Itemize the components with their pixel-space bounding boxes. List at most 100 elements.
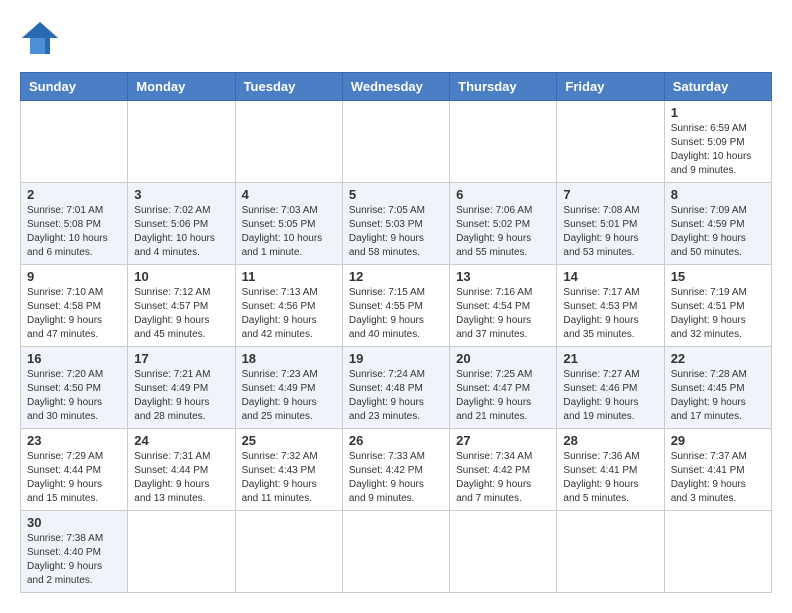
- day-number: 11: [242, 269, 336, 284]
- calendar-cell: [21, 101, 128, 183]
- header-day-wednesday: Wednesday: [342, 73, 449, 101]
- day-number: 5: [349, 187, 443, 202]
- day-number: 18: [242, 351, 336, 366]
- day-number: 22: [671, 351, 765, 366]
- day-info: Sunrise: 7:06 AMSunset: 5:02 PMDaylight:…: [456, 204, 550, 260]
- day-number: 10: [134, 269, 228, 284]
- calendar-header: SundayMondayTuesdayWednesdayThursdayFrid…: [21, 73, 772, 101]
- calendar-cell: 14Sunrise: 7:17 AMSunset: 4:53 PMDayligh…: [557, 265, 664, 347]
- day-info: Sunrise: 7:08 AMSunset: 5:01 PMDaylight:…: [563, 204, 657, 260]
- calendar-cell: 22 Sunrise: 7:28 AMSunset: 4:45 PMDayligh…: [664, 347, 771, 429]
- day-number: 15: [671, 269, 765, 284]
- calendar-cell: 1 Sunrise: 6:59 AMSunset: 5:09 PMDaylight…: [664, 101, 771, 183]
- calendar-cell: 13Sunrise: 7:16 AMSunset: 4:54 PMDayligh…: [450, 265, 557, 347]
- day-number: 16: [27, 351, 121, 366]
- week-row-2: 9Sunrise: 7:10 AMSunset: 4:58 PMDaylight…: [21, 265, 772, 347]
- day-info: Sunrise: 7:32 AMSunset: 4:43 PMDaylight:…: [242, 450, 336, 506]
- day-number: 7: [563, 187, 657, 202]
- day-info: Sunrise: 7:02 AMSunset: 5:06 PMDaylight:…: [134, 204, 228, 260]
- calendar-body: 1 Sunrise: 6:59 AMSunset: 5:09 PMDaylight…: [21, 101, 772, 593]
- day-info: Sunrise: 7:24 AMSunset: 4:48 PMDaylight:…: [349, 368, 443, 424]
- day-info: Sunrise: 7:34 AMSunset: 4:42 PMDaylight:…: [456, 450, 550, 506]
- calendar-cell: 29 Sunrise: 7:37 AMSunset: 4:41 PMDayligh…: [664, 429, 771, 511]
- header-day-saturday: Saturday: [664, 73, 771, 101]
- calendar-cell: [342, 101, 449, 183]
- day-number: 27: [456, 433, 550, 448]
- calendar-cell: 8 Sunrise: 7:09 AMSunset: 4:59 PMDaylight…: [664, 183, 771, 265]
- day-number: 9: [27, 269, 121, 284]
- calendar-cell: 2 Sunrise: 7:01 AMSunset: 5:08 PMDaylight…: [21, 183, 128, 265]
- header-day-monday: Monday: [128, 73, 235, 101]
- day-number: 26: [349, 433, 443, 448]
- week-row-0: 1 Sunrise: 6:59 AMSunset: 5:09 PMDaylight…: [21, 101, 772, 183]
- calendar-cell: 19Sunrise: 7:24 AMSunset: 4:48 PMDayligh…: [342, 347, 449, 429]
- day-number: 29: [671, 433, 765, 448]
- calendar-cell: 25Sunrise: 7:32 AMSunset: 4:43 PMDayligh…: [235, 429, 342, 511]
- calendar-cell: 5 Sunrise: 7:05 AMSunset: 5:03 PMDaylight…: [342, 183, 449, 265]
- calendar-cell: 28 Sunrise: 7:36 AMSunset: 4:41 PMDayligh…: [557, 429, 664, 511]
- calendar-cell: 24Sunrise: 7:31 AMSunset: 4:44 PMDayligh…: [128, 429, 235, 511]
- calendar: SundayMondayTuesdayWednesdayThursdayFrid…: [20, 72, 772, 593]
- calendar-cell: [450, 101, 557, 183]
- day-info: Sunrise: 7:37 AMSunset: 4:41 PMDaylight:…: [671, 450, 765, 506]
- day-info: Sunrise: 7:28 AMSunset: 4:45 PMDaylight:…: [671, 368, 765, 424]
- day-info: Sunrise: 7:20 AMSunset: 4:50 PMDaylight:…: [27, 368, 121, 424]
- calendar-cell: 3Sunrise: 7:02 AMSunset: 5:06 PMDaylight…: [128, 183, 235, 265]
- calendar-cell: 4Sunrise: 7:03 AMSunset: 5:05 PMDaylight…: [235, 183, 342, 265]
- day-info: Sunrise: 7:09 AMSunset: 4:59 PMDaylight:…: [671, 204, 765, 260]
- calendar-cell: [128, 511, 235, 593]
- calendar-cell: [664, 511, 771, 593]
- day-number: 6: [456, 187, 550, 202]
- header-row: SundayMondayTuesdayWednesdayThursdayFrid…: [21, 73, 772, 101]
- calendar-cell: 18 Sunrise: 7:23 AMSunset: 4:49 PMDayligh…: [235, 347, 342, 429]
- day-info: Sunrise: 7:33 AMSunset: 4:42 PMDaylight:…: [349, 450, 443, 506]
- day-number: 1: [671, 105, 765, 120]
- calendar-cell: 11Sunrise: 7:13 AMSunset: 4:56 PMDayligh…: [235, 265, 342, 347]
- week-row-4: 23Sunrise: 7:29 AMSunset: 4:44 PMDayligh…: [21, 429, 772, 511]
- header-day-tuesday: Tuesday: [235, 73, 342, 101]
- day-info: Sunrise: 6:59 AMSunset: 5:09 PMDaylight:…: [671, 122, 765, 178]
- header: [20, 20, 772, 56]
- calendar-cell: 26 Sunrise: 7:33 AMSunset: 4:42 PMDayligh…: [342, 429, 449, 511]
- day-info: Sunrise: 7:15 AMSunset: 4:55 PMDaylight:…: [349, 286, 443, 342]
- day-info: Sunrise: 7:17 AMSunset: 4:53 PMDaylight:…: [563, 286, 657, 342]
- day-info: Sunrise: 7:23 AMSunset: 4:49 PMDaylight:…: [242, 368, 336, 424]
- calendar-cell: 15Sunrise: 7:19 AMSunset: 4:51 PMDayligh…: [664, 265, 771, 347]
- calendar-cell: 16 Sunrise: 7:20 AMSunset: 4:50 PMDayligh…: [21, 347, 128, 429]
- day-info: Sunrise: 7:12 AMSunset: 4:57 PMDaylight:…: [134, 286, 228, 342]
- header-day-thursday: Thursday: [450, 73, 557, 101]
- calendar-cell: 9Sunrise: 7:10 AMSunset: 4:58 PMDaylight…: [21, 265, 128, 347]
- day-info: Sunrise: 7:27 AMSunset: 4:46 PMDaylight:…: [563, 368, 657, 424]
- week-row-3: 16 Sunrise: 7:20 AMSunset: 4:50 PMDayligh…: [21, 347, 772, 429]
- day-number: 28: [563, 433, 657, 448]
- calendar-cell: 21 Sunrise: 7:27 AMSunset: 4:46 PMDayligh…: [557, 347, 664, 429]
- day-number: 13: [456, 269, 550, 284]
- logo-icon: [20, 20, 60, 56]
- day-number: 20: [456, 351, 550, 366]
- header-day-friday: Friday: [557, 73, 664, 101]
- header-day-sunday: Sunday: [21, 73, 128, 101]
- calendar-cell: 20Sunrise: 7:25 AMSunset: 4:47 PMDayligh…: [450, 347, 557, 429]
- calendar-cell: [235, 101, 342, 183]
- calendar-cell: [128, 101, 235, 183]
- day-number: 2: [27, 187, 121, 202]
- day-info: Sunrise: 7:03 AMSunset: 5:05 PMDaylight:…: [242, 204, 336, 260]
- day-number: 8: [671, 187, 765, 202]
- day-number: 21: [563, 351, 657, 366]
- day-number: 12: [349, 269, 443, 284]
- calendar-cell: 17Sunrise: 7:21 AMSunset: 4:49 PMDayligh…: [128, 347, 235, 429]
- calendar-cell: 30Sunrise: 7:38 AMSunset: 4:40 PMDayligh…: [21, 511, 128, 593]
- calendar-cell: [557, 101, 664, 183]
- week-row-1: 2 Sunrise: 7:01 AMSunset: 5:08 PMDaylight…: [21, 183, 772, 265]
- day-info: Sunrise: 7:21 AMSunset: 4:49 PMDaylight:…: [134, 368, 228, 424]
- calendar-cell: [557, 511, 664, 593]
- day-info: Sunrise: 7:05 AMSunset: 5:03 PMDaylight:…: [349, 204, 443, 260]
- day-info: Sunrise: 7:36 AMSunset: 4:41 PMDaylight:…: [563, 450, 657, 506]
- day-number: 23: [27, 433, 121, 448]
- day-info: Sunrise: 7:31 AMSunset: 4:44 PMDaylight:…: [134, 450, 228, 506]
- calendar-cell: 27 Sunrise: 7:34 AMSunset: 4:42 PMDayligh…: [450, 429, 557, 511]
- calendar-cell: 12 Sunrise: 7:15 AMSunset: 4:55 PMDayligh…: [342, 265, 449, 347]
- day-info: Sunrise: 7:01 AMSunset: 5:08 PMDaylight:…: [27, 204, 121, 260]
- calendar-cell: 23Sunrise: 7:29 AMSunset: 4:44 PMDayligh…: [21, 429, 128, 511]
- logo: [20, 20, 66, 56]
